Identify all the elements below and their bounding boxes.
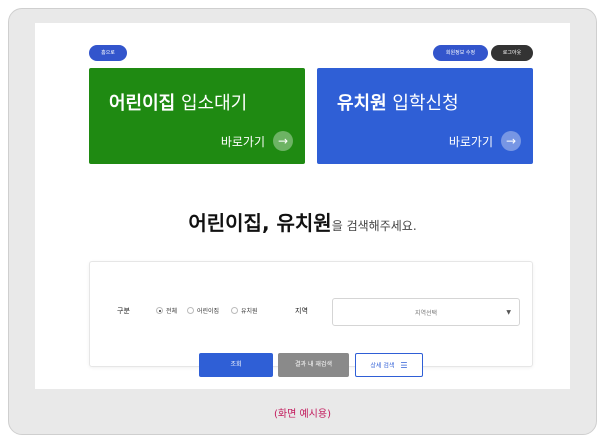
caption: (화면 예시용) (274, 409, 331, 420)
radio-dot (156, 307, 163, 314)
card-go-link[interactable]: 바로가기 → (449, 130, 521, 152)
card-go-label: 바로가기 (220, 134, 265, 149)
search-button[interactable]: 조회 (199, 353, 273, 377)
radio-dot (231, 307, 238, 314)
card-go-label: 바로가기 (448, 134, 493, 149)
home-button[interactable]: 홈으로 (89, 45, 127, 61)
arrow-right-icon: → (501, 131, 521, 151)
search-headline: 어린이집, 유치원을 검색해주세요. (0, 207, 605, 236)
radio-label: 어린이집 (197, 308, 220, 315)
region-select-value: 지역선택 (414, 309, 438, 317)
filter-lines-icon: ☰ (400, 361, 408, 370)
card-title: 유치원 입학신청 (337, 92, 459, 116)
detail-search-button[interactable]: 상세 검색 ☰ (355, 353, 423, 377)
card-title-bold: 유치원 (337, 93, 387, 114)
card-go-link[interactable]: 바로가기 → (221, 130, 293, 152)
kindergarten-application-card[interactable]: 유치원 입학신청 바로가기 → (317, 68, 533, 164)
radio-label: 유치원 (241, 308, 258, 315)
arrow-right-icon: → (273, 131, 293, 151)
headline-rest: 을 검색해주세요. (331, 219, 417, 233)
region-select[interactable]: 지역선택 ▼ (332, 298, 520, 326)
radio-label: 전체 (166, 308, 178, 315)
headline-bold: 어린이집, 유치원 (188, 211, 332, 235)
card-title: 어린이집 입소대기 (109, 92, 247, 116)
radio-kindergarten[interactable]: 유치원 (231, 306, 258, 315)
category-label: 구분 (117, 307, 130, 315)
caret-down-icon: ▼ (506, 309, 511, 316)
edit-member-button[interactable]: 회원정보 수정 (433, 45, 488, 61)
search-within-button[interactable]: 결과 내 재검색 (278, 353, 349, 377)
detail-search-label: 상세 검색 (370, 362, 395, 370)
card-title-bold: 어린이집 (109, 93, 176, 114)
card-title-light: 입소대기 (180, 93, 248, 114)
logout-button[interactable]: 로그아웃 (491, 45, 533, 61)
daycare-waiting-card[interactable]: 어린이집 입소대기 바로가기 → (89, 68, 305, 164)
radio-all[interactable]: 전체 (156, 306, 177, 315)
radio-daycare[interactable]: 어린이집 (187, 306, 219, 315)
region-label: 지역 (295, 307, 308, 315)
radio-dot (187, 307, 194, 314)
card-title-light: 입학신청 (392, 93, 459, 114)
